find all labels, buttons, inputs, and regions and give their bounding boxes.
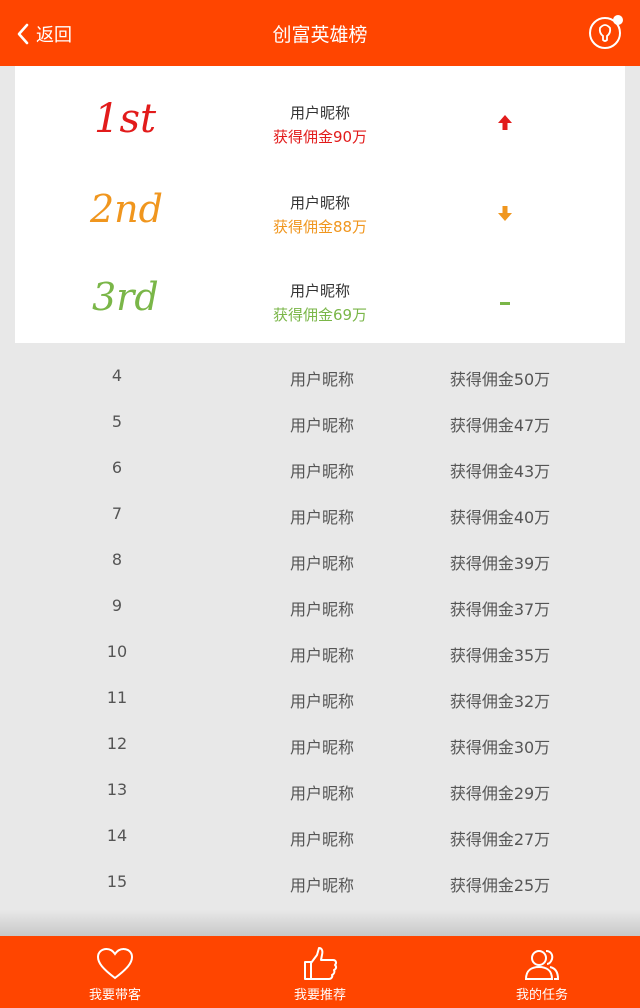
user-nickname: 用户昵称 xyxy=(289,876,354,895)
rank-number: 14 xyxy=(106,826,128,845)
top-bar: 返回 创富英雄榜 xyxy=(0,0,640,66)
heart-icon xyxy=(96,947,134,980)
user-nickname: 用户昵称 xyxy=(289,370,354,389)
top-row-1: 1st 用户昵称 获得佣金90万 xyxy=(15,74,625,164)
user-nickname: 用户昵称 xyxy=(289,416,354,435)
list-item[interactable]: 8 用户昵称 获得佣金39万 xyxy=(0,539,640,585)
list-item[interactable]: 15 用户昵称 获得佣金25万 xyxy=(0,861,640,907)
rank-number: 7 xyxy=(111,504,123,523)
list-item[interactable]: 9 用户昵称 获得佣金37万 xyxy=(0,585,640,631)
top-row-3: 3rd 用户昵称 获得佣金69万 xyxy=(15,252,625,342)
list-item[interactable]: 11 用户昵称 获得佣金32万 xyxy=(0,677,640,723)
rank-number: 11 xyxy=(106,688,128,707)
user-nickname: 用户昵称 xyxy=(289,692,354,711)
list-item[interactable]: 12 用户昵称 获得佣金30万 xyxy=(0,723,640,769)
rank-3rd-badge: 3rd xyxy=(90,270,180,320)
tab-my-tasks[interactable]: 我的任务 xyxy=(462,936,622,1008)
rank-number: 8 xyxy=(111,550,123,569)
rank-number: 12 xyxy=(106,734,128,753)
top-name-3: 用户昵称 xyxy=(289,282,350,300)
user-nickname: 用户昵称 xyxy=(289,462,354,481)
user-nickname: 用户昵称 xyxy=(289,784,354,803)
list-item[interactable]: 14 用户昵称 获得佣金27万 xyxy=(0,815,640,861)
commission-amount: 获得佣金32万 xyxy=(449,692,551,711)
thumbs-up-icon xyxy=(304,947,338,980)
commission-amount: 获得佣金39万 xyxy=(449,554,551,573)
user-nickname: 用户昵称 xyxy=(289,738,354,757)
list-item[interactable]: 6 用户昵称 获得佣金43万 xyxy=(0,447,640,493)
commission-amount: 获得佣金30万 xyxy=(449,738,551,757)
arrow-up-icon xyxy=(498,115,512,130)
user-nickname: 用户昵称 xyxy=(289,830,354,849)
top-commission-3: 获得佣金69万 xyxy=(272,306,368,324)
commission-amount: 获得佣金29万 xyxy=(449,784,551,803)
rank-2nd-text: 2nd xyxy=(89,187,163,231)
list-item[interactable]: 13 用户昵称 获得佣金29万 xyxy=(0,769,640,815)
profile-button[interactable] xyxy=(588,15,623,50)
user-nickname: 用户昵称 xyxy=(289,554,354,573)
rank-number: 9 xyxy=(111,596,123,615)
commission-amount: 获得佣金27万 xyxy=(449,830,551,849)
users-icon xyxy=(524,950,560,980)
tab-label: 我的任务 xyxy=(515,988,568,1003)
top-name-1: 用户昵称 xyxy=(289,104,350,122)
arrow-down-icon xyxy=(498,206,512,221)
user-nickname: 用户昵称 xyxy=(289,600,354,619)
commission-amount: 获得佣金50万 xyxy=(449,370,551,389)
rank-number: 15 xyxy=(106,872,128,891)
top-commission-1: 获得佣金90万 xyxy=(272,128,368,146)
commission-amount: 获得佣金40万 xyxy=(449,508,551,527)
commission-amount: 获得佣金25万 xyxy=(449,876,551,895)
bottom-tab-bar: 我要带客 我要推荐 我的任务 xyxy=(0,936,640,1008)
tab-label: 我要带客 xyxy=(88,988,141,1003)
commission-amount: 获得佣金47万 xyxy=(449,416,551,435)
tab-recommend[interactable]: 我要推荐 xyxy=(240,936,400,1008)
list-item[interactable]: 4 用户昵称 获得佣金50万 xyxy=(0,355,640,401)
top-commission-2: 获得佣金88万 xyxy=(272,218,368,236)
top-row-2: 2nd 用户昵称 获得佣金88万 xyxy=(15,164,625,254)
commission-amount: 获得佣金37万 xyxy=(449,600,551,619)
dash-flat-icon xyxy=(500,302,510,305)
rank-3rd-text: 3rd xyxy=(92,275,159,319)
rank-number: 13 xyxy=(106,780,128,799)
rank-number: 5 xyxy=(111,412,123,431)
rank-1st-badge: 1st xyxy=(90,92,180,142)
commission-amount: 获得佣金35万 xyxy=(449,646,551,665)
list-item[interactable]: 5 用户昵称 获得佣金47万 xyxy=(0,401,640,447)
tabbar-shadow xyxy=(0,910,640,936)
user-nickname: 用户昵称 xyxy=(289,508,354,527)
list-item[interactable]: 7 用户昵称 获得佣金40万 xyxy=(0,493,640,539)
commission-amount: 获得佣金43万 xyxy=(449,462,551,481)
top-name-2: 用户昵称 xyxy=(289,194,350,212)
tab-bring-clients[interactable]: 我要带客 xyxy=(35,936,195,1008)
rank-number: 10 xyxy=(106,642,128,661)
rank-2nd-badge: 2nd xyxy=(89,182,180,232)
top-three-card: 1st 用户昵称 获得佣金90万 2nd 用户昵称 获得佣金88万 3rd 用户… xyxy=(15,66,625,343)
ranking-list: 4 用户昵称 获得佣金50万 5 用户昵称 获得佣金47万 6 用户昵称 获得佣… xyxy=(0,355,640,907)
user-nickname: 用户昵称 xyxy=(289,646,354,665)
rank-number: 6 xyxy=(111,458,123,477)
list-item[interactable]: 10 用户昵称 获得佣金35万 xyxy=(0,631,640,677)
notification-dot xyxy=(613,15,623,25)
rank-1st-text: 1st xyxy=(94,96,157,142)
rank-number: 4 xyxy=(111,366,123,385)
page-title: 创富英雄榜 xyxy=(272,24,368,46)
tab-label: 我要推荐 xyxy=(293,988,346,1003)
